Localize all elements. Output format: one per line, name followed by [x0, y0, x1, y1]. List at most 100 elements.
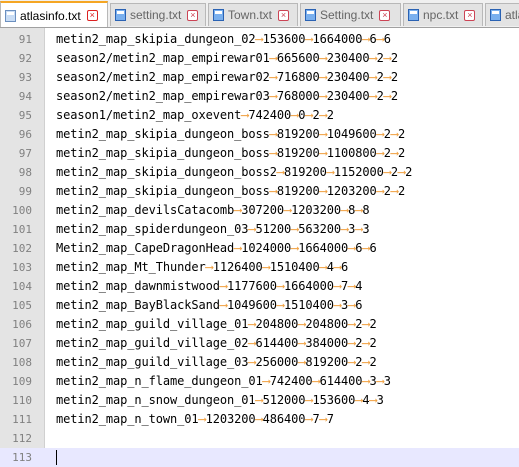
tab-arrow-icon: ⟶	[305, 393, 313, 407]
field-value: 486400	[262, 412, 306, 426]
code-line[interactable]: 106 metin2_map_guild_village_01⟶204800⟶20…	[0, 315, 519, 334]
code-line[interactable]: 108 metin2_map_guild_village_03⟶256000⟶81…	[0, 353, 519, 372]
text-editor[interactable]: 91 metin2_map_skipia_dungeon_02⟶153600⟶16…	[0, 28, 519, 467]
code-line[interactable]: 110 metin2_map_n_snow_dungeon_01⟶512000⟶1…	[0, 391, 519, 410]
field-value: 384000	[305, 336, 349, 350]
code-line[interactable]: 99 metin2_map_skipia_dungeon_boss⟶819200⟶…	[0, 182, 519, 201]
tab-arrow-icon: ⟶	[333, 298, 341, 312]
tab-2[interactable]: Town.txt ×	[208, 3, 298, 26]
field-value: 6	[355, 298, 363, 312]
code-line[interactable]: 93 season2/metin2_map_empirewar02⟶716800⟶…	[0, 68, 519, 87]
field-value: 256000	[255, 355, 299, 369]
tab-arrow-icon: ⟶	[383, 70, 391, 84]
code-line[interactable]: 92 season2/metin2_map_empirewar01⟶665600⟶…	[0, 49, 519, 68]
tab-0[interactable]: atlasinfo.txt ×	[0, 1, 108, 27]
tab-arrow-icon: ⟶	[269, 89, 277, 103]
line-number: 101	[12, 223, 32, 236]
code-line[interactable]: 109 metin2_map_n_flame_dungeon_01⟶742400⟶…	[0, 372, 519, 391]
tab-arrow-icon: ⟶	[276, 298, 284, 312]
tab-close-icon[interactable]: ×	[379, 9, 391, 21]
code-line[interactable]: 102 Metin2_map_CapeDragonHead⟶1024000⟶166…	[0, 239, 519, 258]
code-line[interactable]: 98 metin2_map_skipia_dungeon_boss2⟶819200…	[0, 163, 519, 182]
field-value: 2	[376, 89, 384, 103]
code-line[interactable]: 113	[0, 448, 519, 467]
tab-arrow-icon: ⟶	[219, 279, 227, 293]
tab-5[interactable]: atlas	[485, 3, 519, 26]
code-line[interactable]: 91 metin2_map_skipia_dungeon_02⟶153600⟶16…	[0, 30, 519, 49]
field-value: 4	[326, 260, 334, 274]
tab-1[interactable]: setting.txt ×	[110, 3, 206, 26]
tab-arrow-icon: ⟶	[205, 260, 213, 274]
field-value: 1049600	[227, 298, 277, 312]
code-line[interactable]: 111 metin2_map_n_town_01⟶1203200⟶486400⟶7…	[0, 410, 519, 429]
tab-close-icon[interactable]: ×	[187, 9, 199, 21]
field-value: 1510400	[269, 260, 320, 274]
tab-arrow-icon: ⟶	[362, 374, 370, 388]
tab-4[interactable]: npc.txt ×	[403, 3, 483, 26]
file-icon	[305, 9, 316, 21]
tab-arrow-icon: ⟶	[255, 32, 263, 46]
tab-arrow-icon: ⟶	[255, 393, 263, 407]
tab-arrow-icon: ⟶	[276, 279, 284, 293]
field-value: 2	[312, 108, 320, 122]
tab-arrow-icon: ⟶	[319, 89, 327, 103]
code-line[interactable]: 112	[0, 429, 519, 448]
line-text: metin2_map_skipia_dungeon_02⟶153600⟶1664…	[56, 30, 391, 49]
field-value: 307200	[241, 203, 284, 217]
field-value: metin2_map_skipia_dungeon_boss	[56, 184, 270, 198]
code-line[interactable]: 105 metin2_map_BayBlackSand⟶1049600⟶15104…	[0, 296, 519, 315]
line-number: 95	[18, 109, 32, 122]
field-value: 6	[383, 32, 391, 46]
field-value: 6	[341, 260, 349, 274]
tab-label: npc.txt	[423, 8, 459, 22]
tab-close-icon[interactable]: ×	[86, 10, 98, 21]
field-value: 2	[383, 184, 391, 198]
field-value: 230400	[326, 51, 370, 65]
field-value: 2	[390, 165, 398, 179]
tab-arrow-icon: ⟶	[383, 89, 391, 103]
tab-arrow-icon: ⟶	[269, 70, 277, 84]
field-value: 716800	[276, 70, 320, 84]
text-caret	[56, 450, 57, 465]
line-text: metin2_map_guild_village_02⟶614400⟶38400…	[56, 334, 377, 353]
tab-arrow-icon: ⟶	[269, 127, 277, 141]
line-number: 111	[12, 413, 32, 426]
line-text: season2/metin2_map_empirewar03⟶768000⟶23…	[56, 87, 398, 106]
field-value: metin2_map_Mt_Thunder	[56, 260, 206, 274]
field-value: metin2_map_skipia_dungeon_boss	[56, 146, 270, 160]
field-value: 3	[369, 374, 377, 388]
file-icon	[213, 9, 224, 21]
field-value: metin2_map_BayBlackSand	[56, 298, 220, 312]
field-value: metin2_map_skipia_dungeon_02	[56, 32, 256, 46]
code-line[interactable]: 100 metin2_map_devilsCatacomb⟶307200⟶1203…	[0, 201, 519, 220]
tab-arrow-icon: ⟶	[369, 393, 377, 407]
code-line[interactable]: 101 metin2_map_spiderdungeon_03⟶51200⟶563…	[0, 220, 519, 239]
line-text: metin2_map_Mt_Thunder⟶1126400⟶1510400⟶4⟶…	[56, 258, 348, 277]
code-line[interactable]: 103 metin2_map_Mt_Thunder⟶1126400⟶1510400…	[0, 258, 519, 277]
code-line[interactable]: 107 metin2_map_guild_village_02⟶614400⟶38…	[0, 334, 519, 353]
tab-arrow-icon: ⟶	[319, 412, 327, 426]
file-icon	[490, 9, 501, 21]
line-text: season2/metin2_map_empirewar01⟶665600⟶23…	[56, 49, 398, 68]
field-value: 204800	[255, 317, 299, 331]
field-value: 1203200	[205, 412, 256, 426]
field-value: 8	[362, 203, 370, 217]
code-line[interactable]: 97 metin2_map_skipia_dungeon_boss⟶819200⟶…	[0, 144, 519, 163]
field-value: 819200	[276, 146, 320, 160]
code-line[interactable]: 95 season1/metin2_map_oxevent⟶742400⟶0⟶2⟶…	[0, 106, 519, 125]
line-number: 91	[18, 33, 32, 46]
field-value: 2	[398, 127, 406, 141]
code-line[interactable]: 94 season2/metin2_map_empirewar03⟶768000⟶…	[0, 87, 519, 106]
tab-arrow-icon: ⟶	[269, 146, 277, 160]
tab-close-icon[interactable]: ×	[464, 9, 476, 21]
code-line[interactable]: 96 metin2_map_skipia_dungeon_boss⟶819200⟶…	[0, 125, 519, 144]
line-text: season1/metin2_map_oxevent⟶742400⟶0⟶2⟶2	[56, 106, 334, 125]
field-value: 2	[369, 317, 377, 331]
tab-arrow-icon: ⟶	[219, 298, 227, 312]
field-value: season2/metin2_map_empirewar01	[56, 51, 270, 65]
tab-3[interactable]: Setting.txt ×	[300, 3, 401, 26]
code-line[interactable]: 104 metin2_map_dawnmistwood⟶1177600⟶16640…	[0, 277, 519, 296]
tab-close-icon[interactable]: ×	[278, 9, 290, 21]
line-number: 92	[18, 52, 32, 65]
field-value: Metin2_map_CapeDragonHead	[56, 241, 235, 255]
